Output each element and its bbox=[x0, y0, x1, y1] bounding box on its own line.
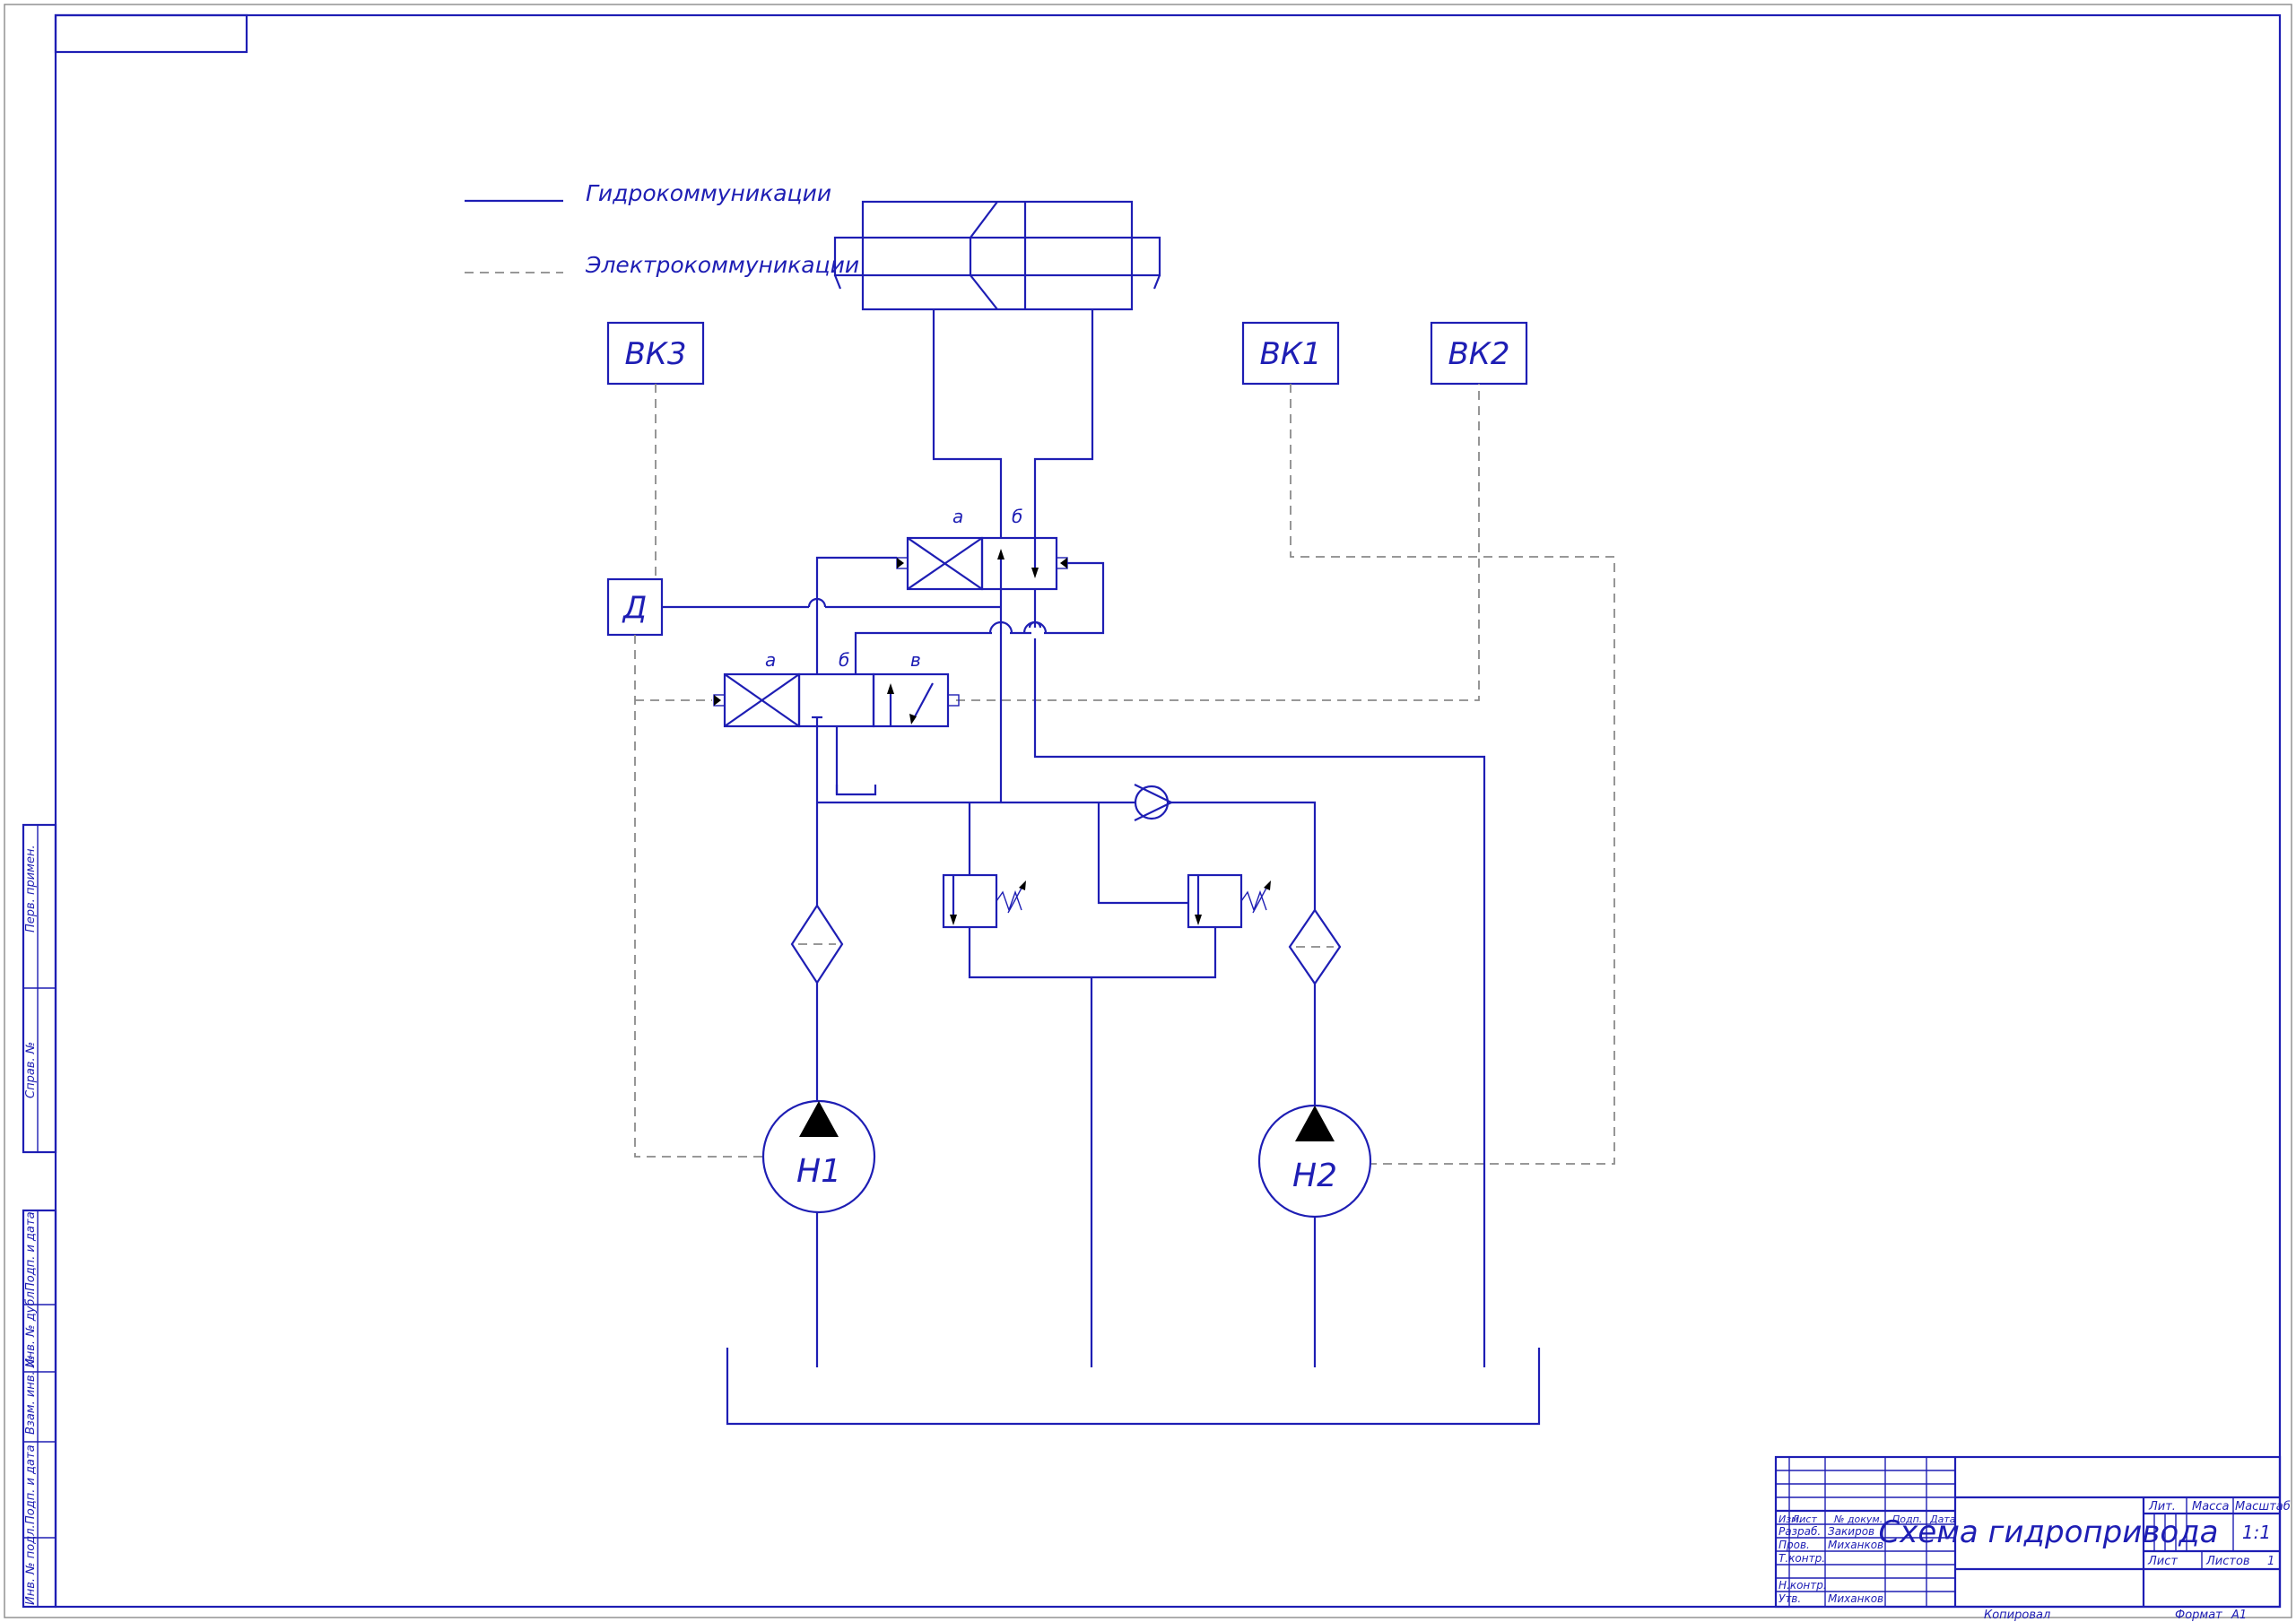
relief-valve-2 bbox=[1187, 873, 1271, 929]
tb-format-value: А1 bbox=[2231, 1609, 2247, 1622]
pump-h1: Н1 bbox=[761, 1099, 876, 1214]
legend: Гидрокоммуникации Электрокоммуникации bbox=[465, 180, 859, 278]
legend-hydraulic-label: Гидрокоммуникации bbox=[586, 180, 831, 206]
tb-head-list: Лист bbox=[1791, 1514, 1817, 1525]
stamp-perv-primen: Перв. примен. bbox=[24, 845, 38, 932]
tb-scale: 1:1 bbox=[2242, 1522, 2271, 1543]
tb-role-utv: Утв. bbox=[1779, 1592, 1801, 1605]
electric-lines bbox=[634, 384, 1615, 1165]
stamp-inv-dubl: Инв. № дубл. bbox=[24, 1288, 38, 1367]
side-stamp: Перв. примен. Справ. № Подп. и дата Инв.… bbox=[22, 823, 57, 1609]
legend-electric-label: Электрокоммуникации bbox=[585, 252, 859, 278]
tb-head-ndoc: № докум. bbox=[1833, 1514, 1883, 1525]
tb-lit: Лит. bbox=[2148, 1500, 2176, 1514]
relief-valve-1 bbox=[942, 873, 1026, 929]
valve-top-pos-b: б bbox=[1012, 506, 1022, 527]
directional-valve-top: а б bbox=[896, 506, 1068, 591]
limit-switch-vk1: ВК1 bbox=[1241, 321, 1340, 386]
top-left-stamp bbox=[54, 13, 248, 54]
stamp-podp-data-2: Подп. и дата bbox=[24, 1444, 38, 1524]
vk3-label: ВК3 bbox=[624, 336, 686, 372]
stamp-inv-podl: Инв. № подл. bbox=[24, 1524, 38, 1605]
tb-name-prov: Миханков bbox=[1828, 1539, 1883, 1551]
drawing-frame bbox=[4, 4, 2292, 1618]
pressure-sensor-d: Д bbox=[606, 577, 664, 637]
tb-name-utv: Миханков bbox=[1828, 1592, 1883, 1605]
hydraulic-scheme-drawing: Перв. примен. Справ. № Подп. и дата Инв.… bbox=[4, 4, 2292, 1622]
vk2-label: ВК2 bbox=[1448, 336, 1509, 372]
tb-role-razrab: Разраб. bbox=[1779, 1525, 1821, 1538]
tb-sheet: Лист bbox=[2147, 1555, 2178, 1568]
check-valve bbox=[1134, 784, 1174, 821]
tb-role-prov: Пров. bbox=[1779, 1539, 1810, 1551]
tb-copied: Копировал bbox=[1984, 1609, 2050, 1622]
tb-sheets-count: 1 bbox=[2267, 1555, 2274, 1568]
title-block: Изм. Лист № докум. Подп. Дата Разраб. За… bbox=[1774, 1455, 2291, 1622]
stamp-sprav-no: Справ. № bbox=[24, 1042, 38, 1098]
tank bbox=[726, 1348, 1541, 1426]
tb-masshtab: Масштаб bbox=[2235, 1500, 2291, 1514]
vk1-label: ВК1 bbox=[1259, 336, 1321, 372]
tb-role-tkontr: Т.контр. bbox=[1779, 1552, 1825, 1565]
tb-title: Схема гидропривода bbox=[1878, 1514, 2218, 1550]
valve-bottom-pos-a: а bbox=[765, 649, 776, 671]
h1-label: Н1 bbox=[796, 1153, 841, 1190]
tb-massa: Масса bbox=[2192, 1500, 2229, 1514]
limit-switch-vk2: ВК2 bbox=[1430, 321, 1528, 386]
valve-bottom-pos-v: в bbox=[910, 649, 921, 671]
filter-1 bbox=[790, 903, 844, 985]
valve-top-pos-a: а bbox=[952, 506, 963, 527]
h2-label: Н2 bbox=[1292, 1158, 1337, 1194]
tb-role-nkontr: Н.контр. bbox=[1779, 1579, 1827, 1592]
directional-valve-bottom: а б в bbox=[713, 649, 960, 796]
stamp-podp-data-1: Подп. и дата bbox=[24, 1211, 38, 1291]
d-label: Д bbox=[622, 590, 648, 626]
valve-bottom-pos-b: б bbox=[839, 649, 849, 671]
filter-2 bbox=[1288, 908, 1342, 985]
stamp-vzam-inv: Взам. инв. № bbox=[24, 1356, 38, 1435]
tb-name-razrab: Закиров bbox=[1828, 1525, 1874, 1538]
tb-sheets: Листов bbox=[2205, 1555, 2250, 1568]
hydraulic-cylinder bbox=[833, 200, 1161, 311]
limit-switch-vk3: ВК3 bbox=[606, 321, 705, 386]
tb-format: Формат bbox=[2175, 1609, 2222, 1622]
pump-h2: Н2 bbox=[1257, 1104, 1372, 1219]
hydraulic-lines bbox=[662, 309, 1486, 1367]
